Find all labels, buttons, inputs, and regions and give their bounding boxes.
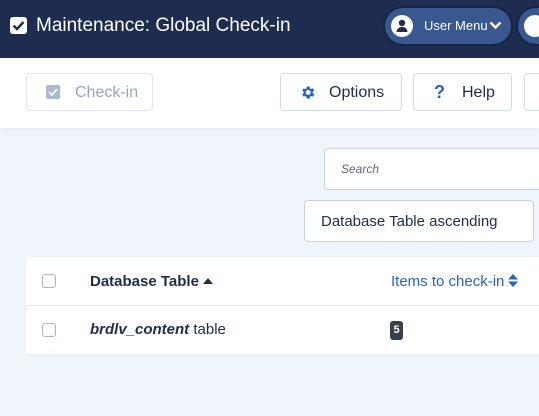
user-icon bbox=[391, 15, 413, 37]
items-count-badge: 5 bbox=[390, 321, 403, 340]
sort-select[interactable]: Database Table ascending bbox=[304, 200, 534, 242]
checkin-label: Check-in bbox=[75, 84, 139, 101]
help-button[interactable]: ? Help bbox=[413, 73, 512, 111]
toolbar-extra-button[interactable] bbox=[524, 73, 539, 111]
checkin-table: Database Table Items to check-in brdlv_c… bbox=[26, 257, 539, 354]
select-all-checkbox[interactable] bbox=[42, 274, 56, 288]
table-name-suffix: table bbox=[189, 321, 226, 338]
table-row: brdlv_content table 5 bbox=[26, 306, 539, 354]
column-database-table[interactable]: Database Table bbox=[90, 273, 213, 290]
table-name-cell: brdlv_content table bbox=[90, 321, 226, 338]
chevron-down-icon bbox=[489, 21, 502, 30]
checkin-button[interactable]: Check-in bbox=[26, 73, 153, 111]
user-menu-label: User Menu bbox=[424, 18, 488, 33]
table-header-row: Database Table Items to check-in bbox=[26, 257, 539, 306]
menu-icon bbox=[524, 15, 539, 37]
checkbox-icon bbox=[46, 85, 60, 99]
question-icon: ? bbox=[434, 82, 445, 102]
app-header: Maintenance: Global Check-in User Menu bbox=[0, 0, 539, 58]
gear-icon bbox=[302, 86, 315, 99]
page-title: Maintenance: Global Check-in bbox=[36, 15, 291, 36]
table-name: brdlv_content bbox=[90, 321, 190, 338]
secondary-menu-button[interactable] bbox=[518, 8, 539, 44]
help-label: Help bbox=[462, 84, 495, 101]
row-checkbox[interactable] bbox=[42, 323, 56, 337]
column-items-label: Items to check-in bbox=[391, 273, 505, 290]
sort-up-icon bbox=[202, 278, 213, 284]
user-menu-button[interactable]: User Menu bbox=[385, 8, 511, 44]
sort-icon bbox=[508, 274, 519, 287]
options-label: Options bbox=[329, 84, 385, 101]
search-input[interactable] bbox=[325, 149, 539, 189]
column-items-to-checkin[interactable]: Items to check-in bbox=[391, 273, 519, 290]
search-field[interactable] bbox=[324, 148, 539, 190]
toolbar: Check-in Options ? Help bbox=[0, 58, 539, 128]
checkbox-icon bbox=[10, 17, 27, 34]
options-button[interactable]: Options bbox=[280, 73, 402, 111]
column-database-table-label: Database Table bbox=[90, 273, 199, 290]
sort-select-value: Database Table ascending bbox=[321, 213, 498, 230]
